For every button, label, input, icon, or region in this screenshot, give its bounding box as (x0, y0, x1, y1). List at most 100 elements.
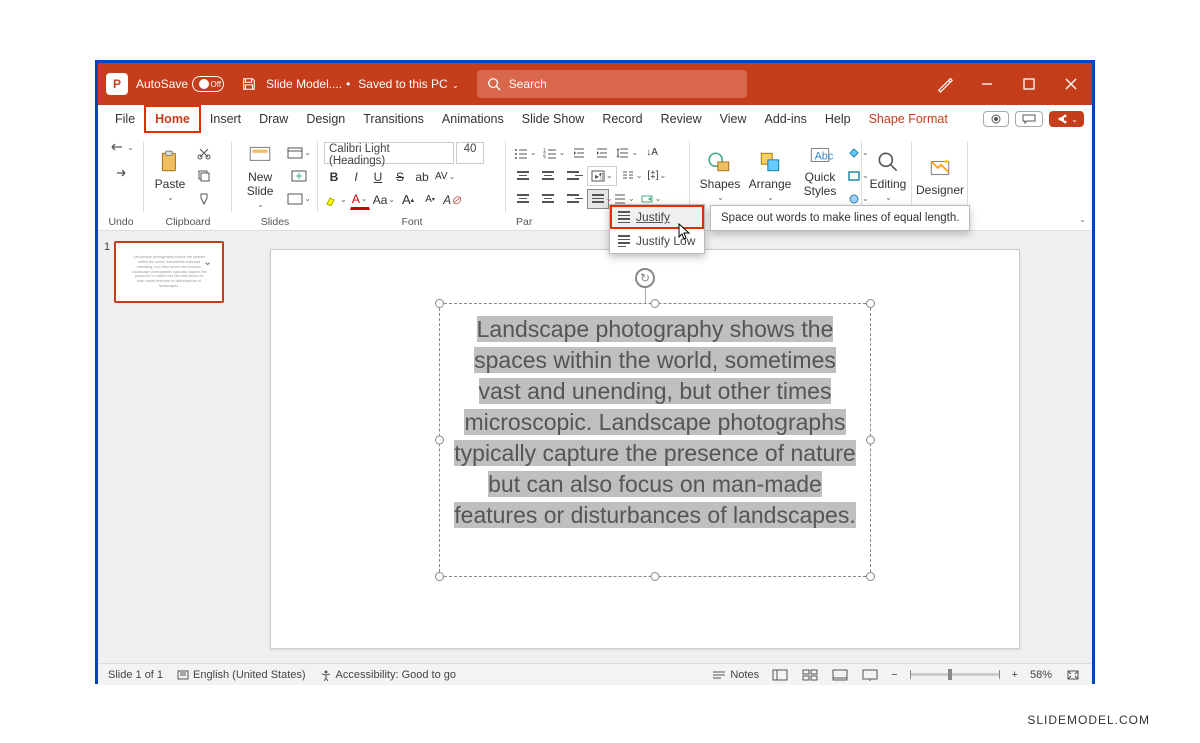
menu-home[interactable]: Home (144, 105, 201, 133)
justify-button[interactable]: ⌄ (587, 189, 609, 209)
camera-button[interactable] (983, 111, 1009, 127)
share-button[interactable]: ⌄ (1049, 111, 1084, 127)
decrease-indent-button[interactable] (569, 143, 589, 163)
layout-button[interactable]: ⌄ (286, 143, 312, 163)
char-spacing-button[interactable]: AV⌄ (434, 167, 456, 187)
clear-format-button[interactable]: A⊘ (442, 190, 462, 210)
close-button[interactable] (1050, 63, 1092, 105)
shrink-font-button[interactable]: A▾ (420, 190, 440, 210)
resize-handle-bl[interactable] (435, 572, 444, 581)
shapes-button[interactable]: Shapes⌄ (696, 148, 744, 203)
align-left2-button[interactable] (512, 189, 534, 209)
font-name-select[interactable]: Calibri Light (Headings) (324, 142, 454, 164)
menu-slideshow[interactable]: Slide Show (513, 107, 594, 131)
bullets-button[interactable]: ⌄ (512, 143, 538, 163)
resize-handle-tl[interactable] (435, 299, 444, 308)
cut-button[interactable] (194, 143, 214, 163)
fit-window-button[interactable] (1064, 668, 1082, 682)
designer-button[interactable]: Designer (918, 154, 962, 198)
resize-handle-ml[interactable] (435, 436, 444, 445)
copy-button[interactable] (194, 166, 214, 186)
saved-status[interactable]: Saved to this PC ⌄ (358, 77, 458, 91)
align-center2-button[interactable] (537, 189, 559, 209)
notes-button[interactable]: Notes (712, 669, 759, 681)
ribbon-collapse-button[interactable]: ⌄ (1079, 215, 1086, 224)
slide-counter[interactable]: Slide 1 of 1 (108, 669, 163, 681)
paste-button[interactable]: Paste⌄ (150, 148, 190, 203)
section-button[interactable]: ⌄ (286, 189, 312, 209)
redo-button[interactable] (111, 163, 131, 183)
menu-view[interactable]: View (711, 107, 756, 131)
maximize-button[interactable] (1008, 63, 1050, 105)
autosave-toggle[interactable]: AutoSave Off (136, 76, 224, 92)
language-status[interactable]: English (United States) (177, 669, 306, 681)
resize-handle-tc[interactable] (651, 299, 660, 308)
resize-handle-tr[interactable] (866, 299, 875, 308)
resize-handle-mr[interactable] (866, 436, 875, 445)
menu-design[interactable]: Design (297, 107, 354, 131)
search-input[interactable]: Search (477, 70, 747, 98)
slide-thumbnail-1[interactable]: Landscape photography shows the spaces w… (114, 241, 224, 303)
qat-dropdown[interactable]: ⌄ (203, 255, 212, 268)
minimize-button[interactable] (966, 63, 1008, 105)
zoom-level[interactable]: 58% (1030, 669, 1052, 681)
align-center-button[interactable] (537, 166, 559, 186)
canvas-area[interactable]: ↻ Landscape photography shows the spaces… (238, 231, 1092, 663)
shadow-button[interactable]: ab (412, 167, 432, 187)
resize-handle-bc[interactable] (651, 572, 660, 581)
slide-canvas[interactable]: ↻ Landscape photography shows the spaces… (270, 249, 1020, 649)
slideshow-view-button[interactable] (861, 668, 879, 682)
editing-button[interactable]: Editing⌄ (868, 148, 908, 203)
menu-transitions[interactable]: Transitions (354, 107, 433, 131)
menu-review[interactable]: Review (652, 107, 711, 131)
align-vertical-button[interactable]: ▸¶⌄ (587, 166, 617, 186)
ink-button[interactable] (924, 63, 966, 105)
menu-animations[interactable]: Animations (433, 107, 513, 131)
align-left-button[interactable] (512, 166, 534, 186)
increase-indent-button[interactable] (592, 143, 612, 163)
textbox-content[interactable]: Landscape photography shows the spaces w… (440, 304, 870, 541)
arrange-button[interactable]: Arrange⌄ (746, 148, 794, 203)
zoom-slider[interactable] (910, 673, 1000, 676)
zoom-in-button[interactable]: + (1012, 669, 1018, 681)
save-icon[interactable] (242, 77, 256, 91)
align-right-button[interactable] (562, 166, 584, 186)
undo-button[interactable]: ⌄ (107, 137, 135, 157)
sorter-view-button[interactable] (801, 668, 819, 682)
filename[interactable]: Slide Model.... (266, 77, 342, 91)
comments-button[interactable] (1015, 111, 1043, 127)
line-spacing-button[interactable]: ⌄ (615, 143, 639, 163)
font-color-button[interactable]: A⌄ (350, 190, 370, 210)
change-case-button[interactable]: Aa⌄ (372, 190, 396, 210)
highlight-button[interactable]: ⌄ (324, 190, 348, 210)
zoom-thumb[interactable] (948, 669, 952, 680)
numbering-button[interactable]: 123⌄ (541, 143, 567, 163)
reading-view-button[interactable] (831, 668, 849, 682)
italic-button[interactable]: I (346, 167, 366, 187)
columns-button[interactable]: ⌄ (620, 166, 644, 186)
format-painter-button[interactable] (194, 189, 214, 209)
align-right2-button[interactable] (562, 189, 584, 209)
menu-draw[interactable]: Draw (250, 107, 297, 131)
zoom-out-button[interactable]: − (891, 669, 897, 681)
text-direction-button[interactable]: ↓A (642, 143, 662, 163)
new-slide-button[interactable]: New Slide⌄ (238, 141, 282, 210)
menu-shapeformat[interactable]: Shape Format (860, 107, 957, 131)
align-text-button[interactable]: [‡]⌄ (646, 166, 667, 186)
grow-font-button[interactable]: A▴ (398, 190, 418, 210)
textbox-selection[interactable]: Landscape photography shows the spaces w… (439, 303, 871, 577)
menu-file[interactable]: File (106, 107, 144, 131)
toggle-switch[interactable]: Off (192, 76, 224, 92)
reset-button[interactable] (286, 166, 312, 186)
menu-insert[interactable]: Insert (201, 107, 250, 131)
quick-styles-button[interactable]: Abc Quick Styles⌄ (796, 141, 844, 210)
resize-handle-br[interactable] (866, 572, 875, 581)
menu-record[interactable]: Record (593, 107, 651, 131)
accessibility-status[interactable]: Accessibility: Good to go (320, 669, 456, 681)
menu-help[interactable]: Help (816, 107, 860, 131)
underline-button[interactable]: U (368, 167, 388, 187)
font-size-select[interactable]: 40 (456, 142, 484, 164)
menu-addins[interactable]: Add-ins (755, 107, 815, 131)
rotate-handle[interactable]: ↻ (635, 268, 655, 288)
strike-button[interactable]: S (390, 167, 410, 187)
